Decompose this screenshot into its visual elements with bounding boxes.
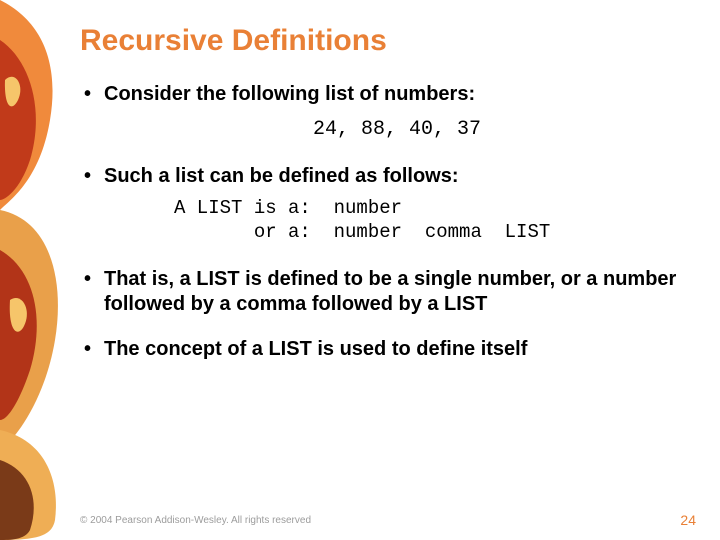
bullet-item: Consider the following list of numbers: … [80, 82, 690, 142]
bullet-item: Such a list can be defined as follows: A… [80, 164, 690, 245]
bullet-list: Consider the following list of numbers: … [80, 82, 690, 362]
copyright-footer: © 2004 Pearson Addison-Wesley. All right… [80, 515, 700, 526]
bullet-item: That is, a LIST is defined to be a singl… [80, 267, 690, 317]
page-number: 24 [680, 512, 696, 528]
slide-content: Recursive Definitions Consider the follo… [80, 24, 690, 500]
number-list-code: 24, 88, 40, 37 [104, 117, 690, 142]
decorative-sidebar [0, 0, 70, 540]
list-definition-code: A LIST is a: number or a: number comma L… [174, 197, 690, 245]
leaves-icon [0, 0, 70, 540]
bullet-text: Consider the following list of numbers: [104, 83, 475, 105]
bullet-text: The concept of a LIST is used to define … [104, 338, 527, 360]
bullet-text: Such a list can be defined as follows: [104, 165, 459, 187]
slide: Recursive Definitions Consider the follo… [0, 0, 720, 540]
bullet-item: The concept of a LIST is used to define … [80, 337, 690, 362]
slide-title: Recursive Definitions [80, 24, 690, 58]
bullet-text: That is, a LIST is defined to be a singl… [104, 268, 676, 315]
